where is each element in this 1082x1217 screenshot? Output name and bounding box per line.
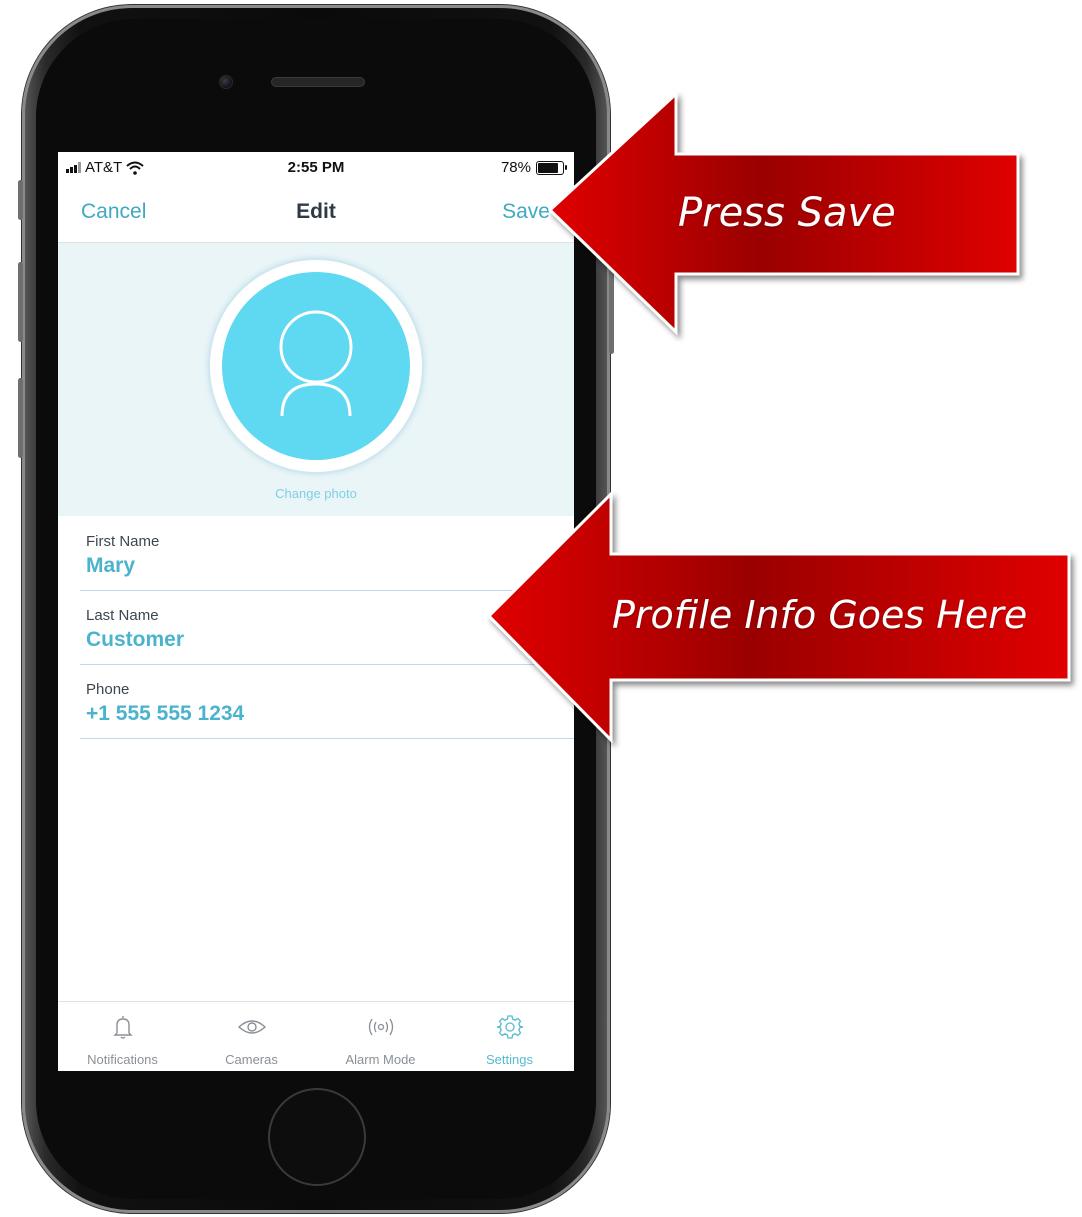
phone-input[interactable]: +1 555 555 1234 (86, 702, 244, 726)
tab-label: Notifications (87, 1052, 158, 1067)
gear-icon (496, 1015, 523, 1039)
profile-info-callout: Profile Info Goes Here (486, 490, 1077, 744)
avatar[interactable] (208, 258, 424, 474)
front-camera (219, 75, 233, 89)
tab-bar: Notifications Cameras Alarm Mode Setting… (58, 1001, 574, 1071)
mute-switch (18, 180, 23, 220)
first-name-input[interactable]: Mary (86, 554, 135, 578)
save-button[interactable]: Save (502, 200, 550, 224)
tab-label: Settings (486, 1052, 533, 1067)
broadcast-icon (368, 1018, 393, 1036)
tab-label: Alarm Mode (345, 1052, 416, 1067)
tab-label: Cameras (225, 1052, 278, 1067)
profile-info-text: Profile Info Goes Here (612, 593, 1028, 637)
volume-down-button (18, 378, 23, 458)
volume-up-button (18, 262, 23, 342)
last-name-input[interactable]: Customer (86, 628, 184, 652)
avatar-circle (222, 272, 410, 460)
status-time: 2:55 PM (287, 159, 345, 176)
home-button[interactable] (268, 1088, 366, 1186)
bell-icon (112, 1016, 133, 1039)
tab-settings[interactable]: Settings (445, 1002, 574, 1071)
navigation-bar: Cancel Edit Save (58, 184, 574, 243)
press-save-text: Press Save (678, 190, 896, 236)
battery-percent: 78% (500, 159, 531, 176)
first-name-label: First Name (86, 533, 160, 550)
person-icon (279, 310, 353, 417)
profile-photo-section: Change photo (58, 243, 574, 516)
tab-notifications[interactable]: Notifications (58, 1002, 187, 1071)
tab-alarm-mode[interactable]: Alarm Mode (316, 1002, 445, 1071)
earpiece-speaker (271, 77, 365, 87)
status-bar: AT&T 2:55 PM 78% (58, 152, 574, 184)
phone-label: Phone (86, 681, 130, 698)
last-name-label: Last Name (86, 607, 159, 624)
tab-cameras[interactable]: Cameras (187, 1002, 316, 1071)
cancel-button[interactable]: Cancel (81, 200, 146, 224)
eye-icon (237, 1020, 266, 1034)
press-save-callout: Press Save (547, 90, 1028, 342)
